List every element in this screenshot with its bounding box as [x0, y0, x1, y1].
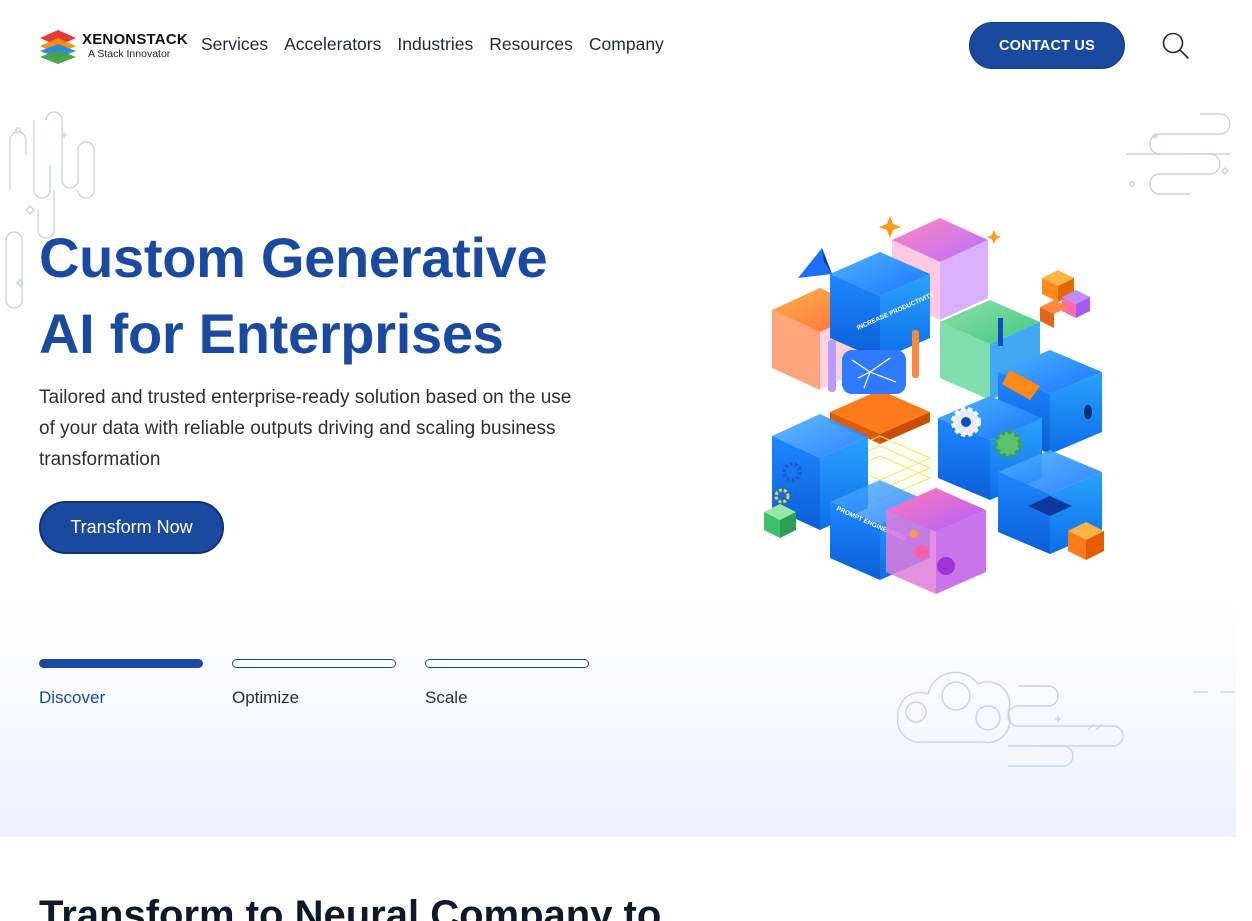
- section-title: Transform to Neural Company to: [39, 893, 662, 921]
- brand-tagline: A Stack Innovator: [88, 48, 171, 61]
- search-icon[interactable]: [1160, 30, 1190, 60]
- nav-item-industries[interactable]: Industries: [397, 34, 473, 55]
- cube-pink-bottom: [886, 488, 986, 594]
- sparkle-icon: [879, 216, 901, 238]
- logo-mark-icon: [38, 26, 78, 66]
- step-label: Scale: [425, 688, 468, 707]
- step-discover[interactable]: Discover: [39, 659, 203, 708]
- hero-title-line2: AI for Enterprises: [39, 302, 504, 365]
- step-progress-bar: [232, 659, 396, 668]
- transform-now-button[interactable]: Transform Now: [39, 501, 224, 554]
- hero-illustration: INCREASE PRODUCTIVITY PROMPT ENGINEERING: [764, 216, 1104, 594]
- brand-logo[interactable]: XENONSTACK A Stack Innovator: [38, 24, 188, 68]
- brand-name: XENONSTACK: [82, 31, 188, 49]
- sparkle-icon: [987, 230, 1001, 244]
- hero-subtitle: Tailored and trusted enterprise-ready so…: [39, 387, 572, 470]
- site-header: XENONSTACK A Stack Innovator Services Ac…: [0, 0, 1252, 92]
- step-label: Discover: [39, 688, 106, 707]
- hero-title-line1: Custom Generative: [39, 226, 548, 289]
- nav-item-company[interactable]: Company: [589, 34, 664, 55]
- step-label: Optimize: [232, 688, 300, 707]
- step-optimize[interactable]: Optimize: [232, 659, 396, 708]
- contact-us-button[interactable]: CONTACT US: [969, 22, 1125, 69]
- hero-title: Custom Generative AI for Enterprises: [39, 220, 639, 372]
- nav-item-resources[interactable]: Resources: [489, 34, 573, 55]
- decorative-cloud-bottom-right-icon: [896, 671, 1235, 767]
- nav-item-accelerators[interactable]: Accelerators: [284, 34, 381, 55]
- decorative-cloud-top-right-icon: [1126, 113, 1231, 195]
- step-scale[interactable]: Scale: [425, 659, 589, 708]
- small-cubes-icon: [1040, 270, 1090, 328]
- step-progress-bar: [39, 659, 203, 668]
- step-progress-bar: [425, 659, 589, 668]
- main-nav: Services Accelerators Industries Resourc…: [201, 34, 664, 55]
- nav-item-services[interactable]: Services: [201, 34, 268, 55]
